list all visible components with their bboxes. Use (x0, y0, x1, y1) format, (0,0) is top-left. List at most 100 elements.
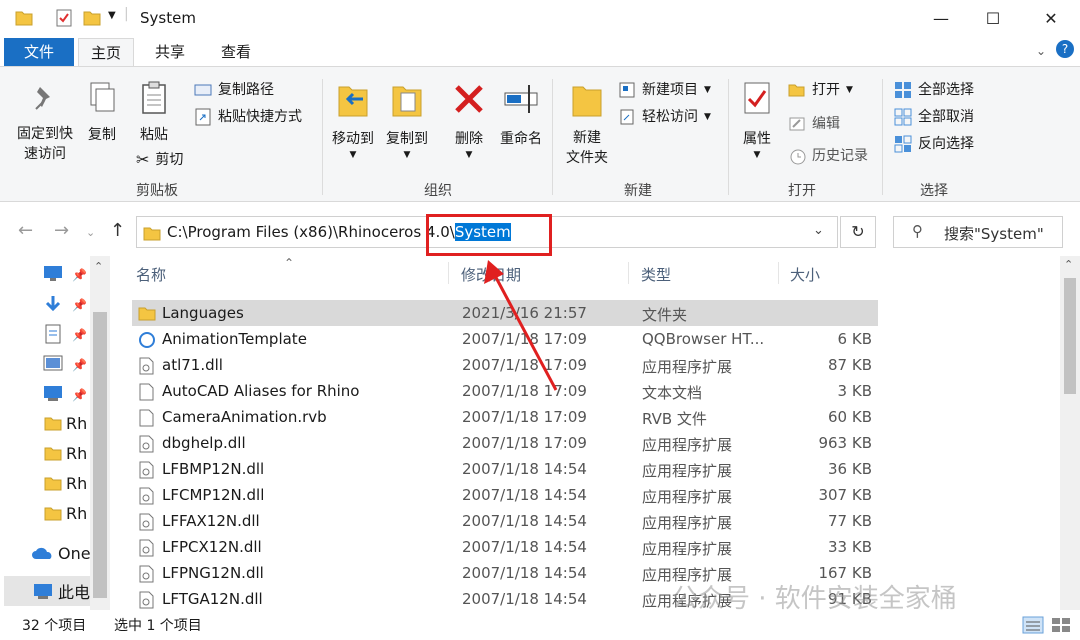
file-list-scroll-thumb[interactable] (1064, 278, 1076, 394)
ribbon-separator (552, 79, 553, 195)
desktop-icon[interactable] (42, 264, 64, 282)
nav-folder-item[interactable]: Rh (44, 498, 87, 528)
delete-button[interactable]: 删除 ▼ (446, 79, 492, 160)
sort-up-icon: ⌃ (284, 256, 295, 270)
recent-dropdown-icon[interactable]: ⌄ (86, 226, 95, 239)
ribbon-collapse-icon[interactable]: ⌄ (1036, 44, 1046, 58)
file-date: 2007/1/18 14:54 (462, 590, 587, 608)
back-arrow-icon[interactable]: ← (18, 220, 33, 241)
up-arrow-icon[interactable]: ↑ (110, 220, 125, 241)
ribbon-separator (322, 79, 323, 195)
new-item-button[interactable]: 新建项目 ▼ (618, 77, 711, 103)
address-dropdown-icon[interactable]: ⌄ (813, 223, 824, 238)
properties-button[interactable]: 属性 ▼ (736, 79, 778, 160)
selected-count: 选中 1 个项目 (114, 618, 202, 634)
scroll-up-icon[interactable]: ⌃ (1064, 258, 1073, 271)
folder-icon[interactable] (14, 8, 34, 28)
search-box[interactable]: ⚲ 搜索"System" (893, 216, 1063, 248)
refresh-button[interactable]: ↻ (840, 216, 876, 248)
pin-quick-access-button[interactable]: 固定到快 速访问 (10, 81, 80, 164)
file-name: LFCMP12N.dll (162, 486, 265, 504)
file-size: 87 KB (828, 356, 872, 374)
close-button[interactable]: ✕ (1028, 0, 1074, 36)
open-label: 打开 (812, 82, 840, 98)
documents-icon[interactable] (44, 324, 62, 344)
column-name-header[interactable]: 名称 (136, 264, 166, 285)
nav-scroll-thumb[interactable] (93, 312, 107, 598)
column-divider[interactable] (628, 262, 629, 284)
text-file-icon (139, 409, 154, 427)
scroll-up-icon[interactable]: ⌃ (94, 260, 103, 273)
cut-button[interactable]: ✂ 剪切 (136, 147, 183, 173)
text-file-icon (139, 383, 154, 401)
file-size: 60 KB (828, 408, 872, 426)
copy-label: 复制 (88, 127, 116, 143)
item-count: 32 个项目 (22, 618, 87, 634)
dll-file-icon (139, 591, 154, 609)
paste-shortcut-button[interactable]: 粘贴快捷方式 (194, 104, 302, 130)
delete-label: 删除 (455, 131, 483, 147)
copy-path-button[interactable]: 复制路径 (194, 77, 274, 103)
tab-file[interactable]: 文件 (4, 38, 74, 66)
column-type-header[interactable]: 类型 (641, 264, 671, 285)
paste-button[interactable]: 粘贴 (134, 81, 174, 146)
explorer-window: ▼ | System — ☐ ✕ 文件 主页 共享 查看 ⌄ ? 固定到快 速访… (0, 0, 1080, 640)
select-all-button[interactable]: 全部选择 (894, 77, 974, 103)
paste-shortcut-label: 粘贴快捷方式 (218, 109, 302, 125)
file-row[interactable]: LFCMP12N.dll 2007/1/18 14:54 应用程序扩展 307 KB (132, 482, 878, 508)
move-to-dropdown-icon: ▼ (349, 150, 357, 160)
nav-onedrive-item[interactable]: One (32, 538, 91, 568)
qa-dropdown-icon[interactable]: ▼ (108, 10, 116, 21)
file-row[interactable]: LFPCX12N.dll 2007/1/18 14:54 应用程序扩展 33 KB (132, 534, 878, 560)
tab-view[interactable]: 查看 (208, 38, 264, 66)
select-none-button[interactable]: 全部取消 (894, 104, 974, 130)
tab-share[interactable]: 共享 (142, 38, 198, 66)
downloads-icon[interactable] (42, 294, 64, 314)
rename-button[interactable]: 重命名 (496, 79, 546, 150)
tab-home[interactable]: 主页 (78, 38, 134, 66)
nav-folder-item[interactable]: Rh (44, 438, 87, 468)
history-button[interactable]: 历史记录 (788, 143, 868, 169)
file-row[interactable]: CameraAnimation.rvb 2007/1/18 17:09 RVB 文件… (132, 404, 878, 430)
folder-icon (44, 447, 62, 461)
edit-button[interactable]: 编辑 (788, 111, 840, 137)
invert-selection-button[interactable]: 反向选择 (894, 131, 974, 157)
help-icon[interactable]: ? (1056, 40, 1074, 58)
column-divider[interactable] (778, 262, 779, 284)
organize-group-label: 组织 (424, 183, 452, 199)
ribbon-separator (728, 79, 729, 195)
new-folder-button[interactable]: 新建 文件夹 (560, 79, 614, 168)
this-pc-icon[interactable] (42, 384, 64, 402)
column-size-header[interactable]: 大小 (790, 264, 820, 285)
copy-button[interactable]: 复制 (82, 81, 122, 146)
dll-file-icon (139, 487, 154, 505)
large-icons-view-icon[interactable] (1050, 616, 1072, 634)
new-folder-icon[interactable] (82, 8, 102, 28)
file-row[interactable]: LFFAX12N.dll 2007/1/18 14:54 应用程序扩展 77 KB (132, 508, 878, 534)
nav-folder-item[interactable]: Rh (44, 468, 87, 498)
address-path-prefix: C:\Program Files (x86)\Rhinoceros 4.0\ (167, 223, 455, 241)
folder-icon (44, 507, 62, 521)
file-size: 963 KB (818, 434, 872, 452)
nav-folder-item[interactable]: Rh (44, 408, 87, 438)
file-row[interactable]: LFBMP12N.dll 2007/1/18 14:54 应用程序扩展 36 KB (132, 456, 878, 482)
file-row[interactable]: dbghelp.dll 2007/1/18 17:09 应用程序扩展 963 KB (132, 430, 878, 456)
column-divider[interactable] (448, 262, 449, 284)
nav-this-pc-item[interactable]: 此电 (4, 576, 90, 606)
pictures-icon[interactable] (42, 354, 64, 372)
move-to-button[interactable]: 移动到 ▼ (328, 79, 378, 160)
properties-dropdown-icon: ▼ (753, 150, 761, 160)
easy-access-dropdown-icon: ▼ (704, 112, 711, 122)
pin-icon: 📌 (72, 388, 87, 402)
open-button[interactable]: 打开 ▼ (788, 77, 853, 103)
properties-check-icon[interactable] (54, 8, 74, 28)
forward-arrow-icon[interactable]: → (54, 220, 69, 241)
maximize-button[interactable]: ☐ (970, 0, 1016, 36)
minimize-button[interactable]: — (918, 0, 964, 36)
easy-access-button[interactable]: 轻松访问 ▼ (618, 104, 711, 130)
copy-to-button[interactable]: 复制到 ▼ (380, 79, 434, 160)
nav-folder-label: Rh (66, 443, 88, 463)
file-size: 6 KB (837, 330, 872, 348)
dll-file-icon (139, 461, 154, 479)
details-view-icon[interactable] (1022, 616, 1044, 634)
